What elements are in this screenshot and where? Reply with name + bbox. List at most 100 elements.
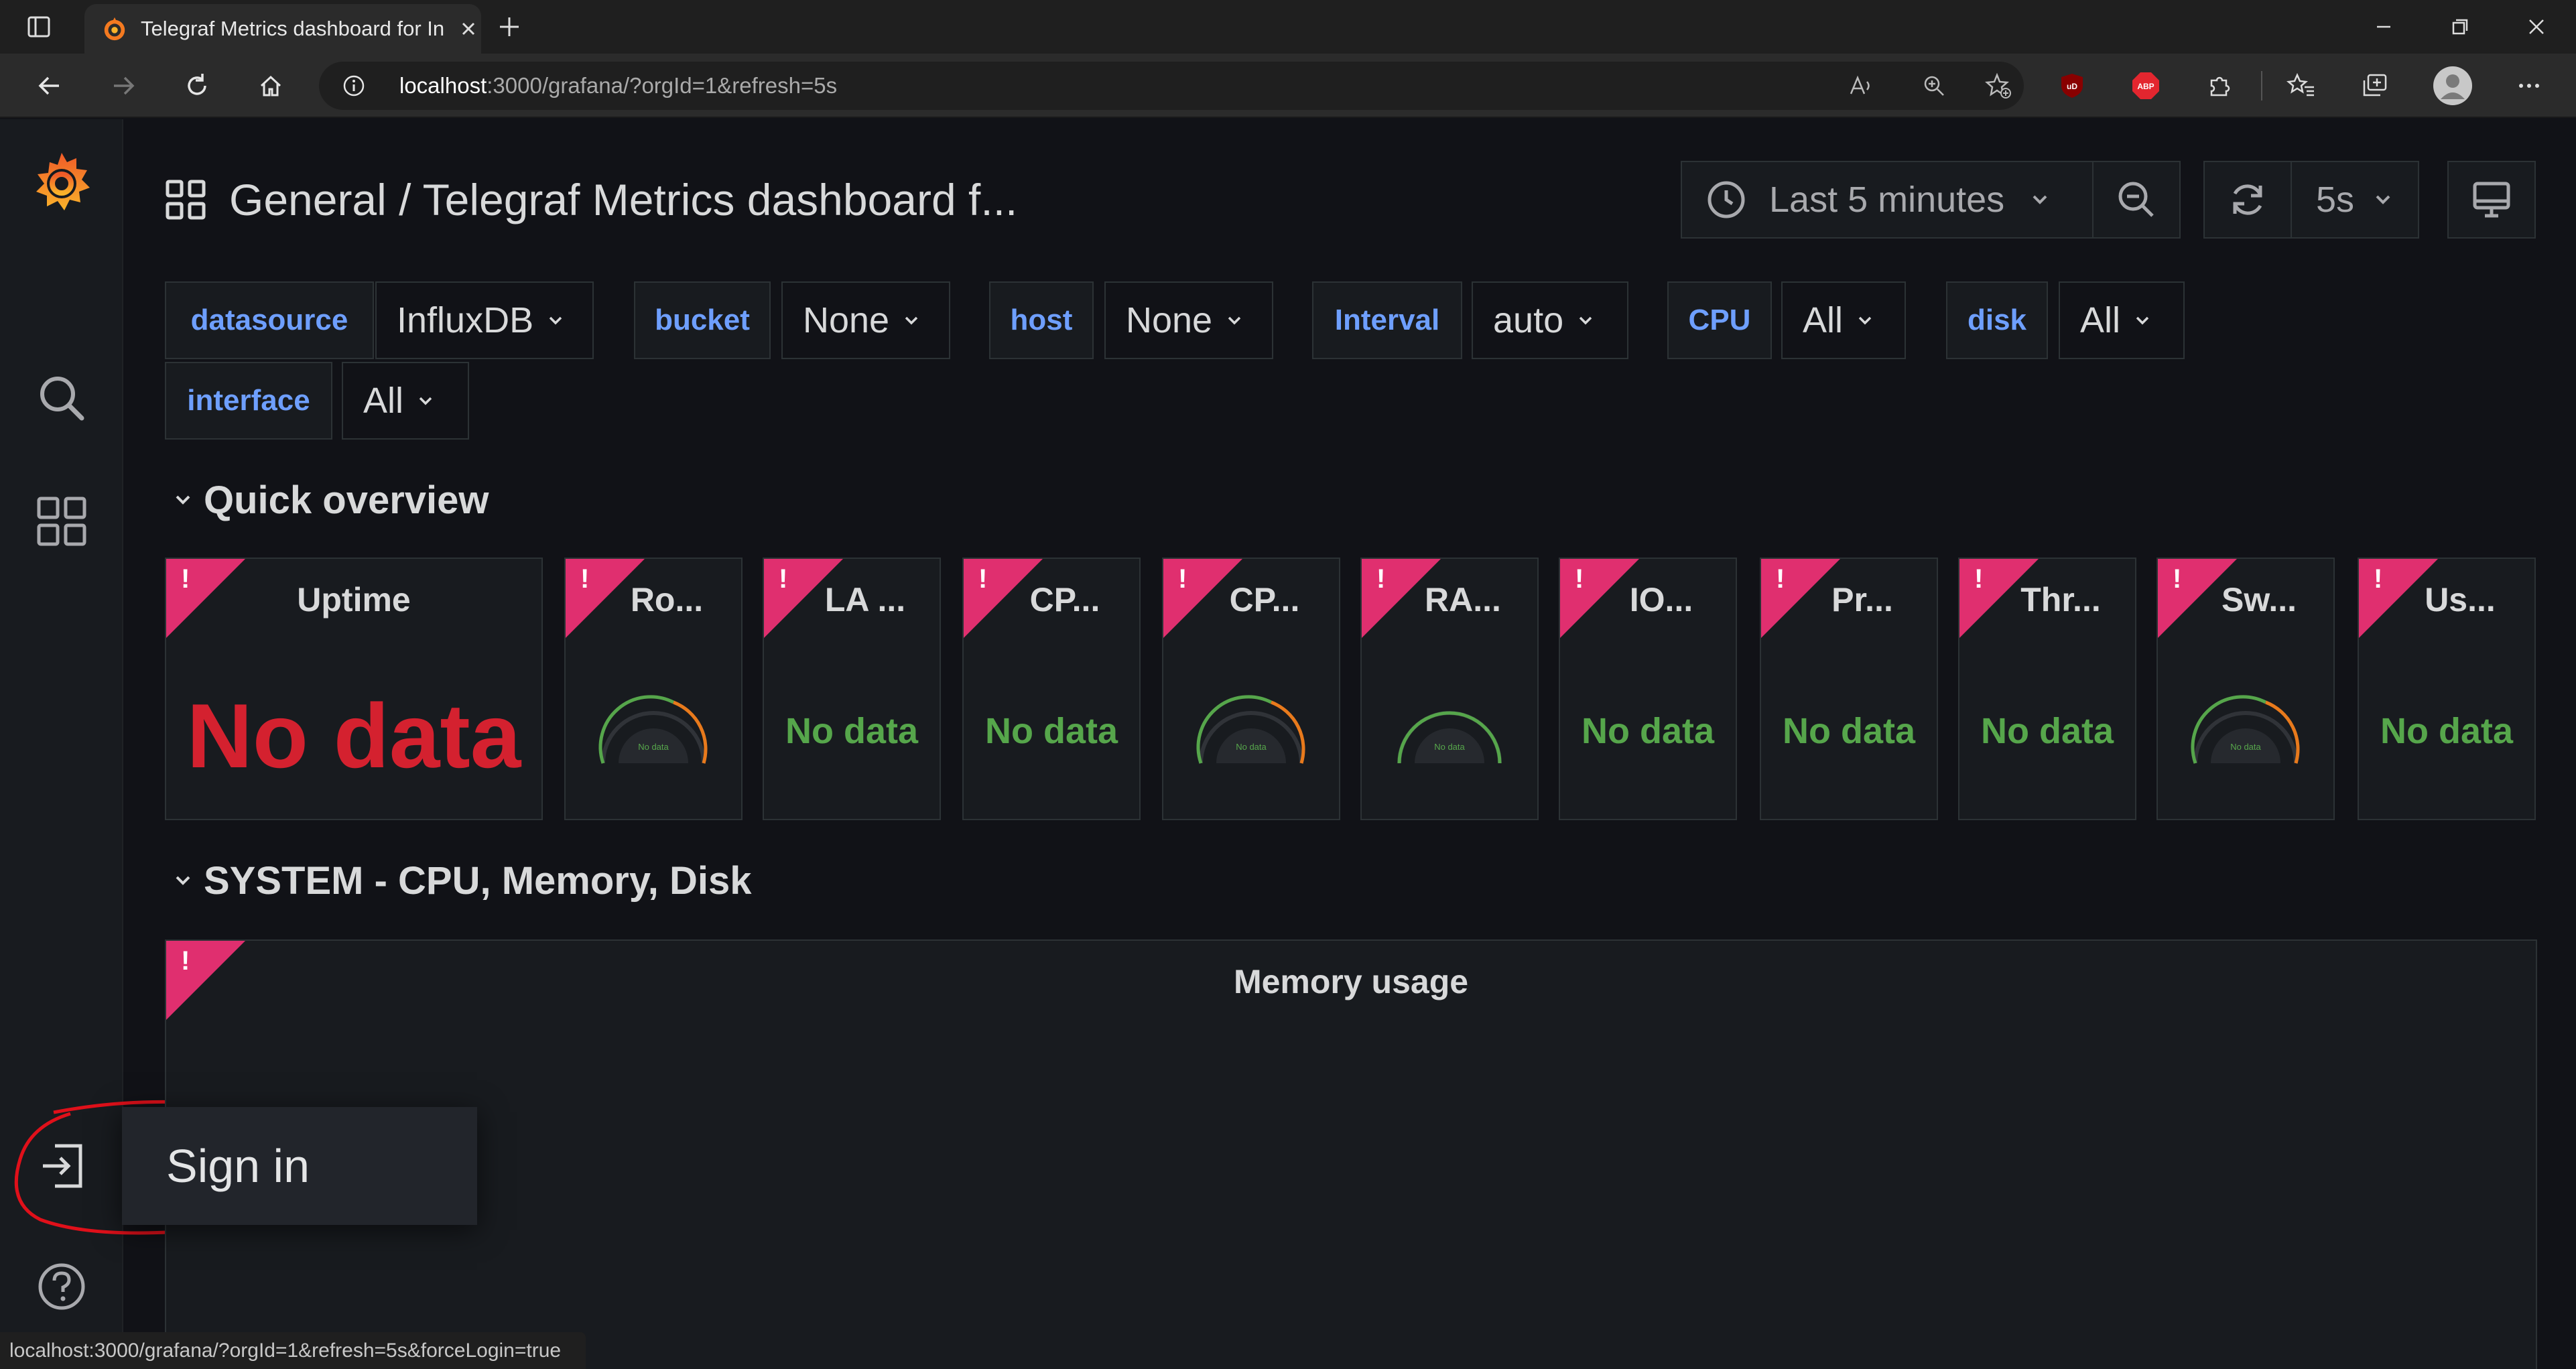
page-title[interactable]: General / Telegraf Metrics dashboard f..… <box>229 174 1017 225</box>
address-bar[interactable]: localhost:3000/grafana/?orgId=1&refresh=… <box>319 62 2024 110</box>
sign-in-label[interactable]: Sign in <box>166 1139 310 1193</box>
var-cpu-select[interactable]: All <box>1781 281 1906 359</box>
panel-iowait[interactable]: ! IO... No data <box>1559 558 1737 820</box>
extensions-icon[interactable] <box>2195 62 2244 110</box>
time-range-label: Last 5 minutes <box>1769 180 2005 220</box>
panel-title: Ro... <box>630 581 704 618</box>
panel-value: No data <box>186 685 521 787</box>
read-aloud-icon[interactable] <box>1847 72 1874 99</box>
gauge-value: No data <box>638 742 669 752</box>
panel-load-average[interactable]: ! LA ... No data <box>763 558 941 820</box>
panel-uptime[interactable]: ! Uptime No data <box>165 558 543 820</box>
refresh-button[interactable] <box>2203 161 2292 239</box>
forward-button[interactable] <box>99 62 147 110</box>
row-quick-overview[interactable]: Quick overview <box>172 473 489 527</box>
panel-title: CP... <box>1229 581 1300 618</box>
panel-swap-usage[interactable]: ! Sw... No data <box>2156 558 2335 820</box>
grafana-favicon-icon <box>102 16 127 42</box>
adblock-plus-extension-icon[interactable]: ABP <box>2122 62 2170 110</box>
chevron-down-icon <box>172 488 194 511</box>
chevron-down-icon <box>901 310 921 330</box>
zoom-icon[interactable] <box>1921 72 1947 99</box>
dashboards-icon[interactable] <box>31 491 92 552</box>
var-bucket-select[interactable]: None <box>781 281 950 359</box>
panel-title: Pr... <box>1831 581 1893 618</box>
tv-mode-button[interactable] <box>2447 161 2536 239</box>
panel-title: Sw... <box>2221 581 2297 618</box>
panel-users[interactable]: ! Us... No data <box>2358 558 2536 820</box>
reload-button[interactable] <box>173 62 221 110</box>
panel-title: LA ... <box>824 581 906 618</box>
var-interval-select[interactable]: auto <box>1472 281 1628 359</box>
panel-cpu-usage[interactable]: ! CP... No data <box>1162 558 1340 820</box>
var-disk-value: All <box>2080 300 2121 340</box>
panel-processes[interactable]: ! Pr... No data <box>1760 558 1938 820</box>
panel-cpu-cores[interactable]: ! CP... No data <box>962 558 1141 820</box>
sign-in-menu[interactable]: Sign in <box>122 1107 477 1225</box>
row-system[interactable]: SYSTEM - CPU, Memory, Disk <box>172 854 752 907</box>
home-button[interactable] <box>247 62 295 110</box>
close-window-button[interactable] <box>2500 0 2573 54</box>
chevron-down-icon <box>2028 188 2051 211</box>
grafana-logo[interactable] <box>28 149 95 216</box>
help-icon[interactable] <box>31 1256 92 1317</box>
gauge-value: No data <box>1236 742 1267 752</box>
var-bucket-label: bucket <box>634 281 771 359</box>
status-url: localhost:3000/grafana/?orgId=1&refresh=… <box>9 1340 562 1362</box>
profile-avatar[interactable] <box>2429 62 2477 110</box>
gauge-value: No data <box>1434 742 1465 752</box>
chevron-down-icon <box>2372 188 2394 211</box>
more-options-icon[interactable] <box>2505 62 2553 110</box>
zoom-out-button[interactable] <box>2092 161 2181 239</box>
browser-tab[interactable]: Telegraf Metrics dashboard for In <box>84 4 481 54</box>
var-host-label: host <box>989 281 1094 359</box>
var-cpu-label: CPU <box>1667 281 1772 359</box>
gauge: No data <box>1397 711 1502 764</box>
panel-value: No data <box>1782 711 1916 751</box>
panel-value: No data <box>1581 711 1715 751</box>
var-interval-value: auto <box>1493 300 1564 340</box>
var-datasource-select[interactable]: InfluxDB <box>375 281 594 359</box>
gauge-value: No data <box>2230 742 2261 752</box>
ublock-extension-icon[interactable]: uD <box>2048 62 2096 110</box>
time-range-picker[interactable]: Last 5 minutes <box>1681 161 2094 239</box>
browser-status-bar: localhost:3000/grafana/?orgId=1&refresh=… <box>0 1332 586 1369</box>
row-title: Quick overview <box>204 478 489 522</box>
panel-threads[interactable]: ! Thr... No data <box>1958 558 2136 820</box>
panel-root-fs[interactable]: ! Ro... No data <box>564 558 743 820</box>
var-cpu-value: All <box>1803 300 1844 340</box>
panel-title: IO... <box>1629 581 1693 618</box>
panel-value: No data <box>1980 711 2114 751</box>
panel-memory-usage[interactable]: ! Memory usage <box>165 939 2537 1369</box>
zoom-out-icon <box>2115 178 2158 221</box>
favorites-icon[interactable] <box>2277 62 2325 110</box>
minimize-button[interactable] <box>2347 0 2421 54</box>
search-icon[interactable] <box>31 367 92 429</box>
var-interface-label: interface <box>165 362 332 440</box>
panel-title: CP... <box>1029 581 1100 618</box>
chevron-down-icon <box>415 391 436 411</box>
refresh-interval-picker[interactable]: 5s <box>2291 161 2419 239</box>
add-favorite-icon[interactable] <box>1985 72 2012 99</box>
back-button[interactable] <box>25 62 74 110</box>
var-host-value: None <box>1126 300 1213 340</box>
var-host-select[interactable]: None <box>1104 281 1273 359</box>
chevron-down-icon <box>1575 310 1596 330</box>
svg-text:ABP: ABP <box>2137 82 2154 91</box>
tab-actions-icon[interactable] <box>24 12 54 42</box>
restore-button[interactable] <box>2423 0 2497 54</box>
panel-title: Uptime <box>297 581 411 618</box>
var-datasource-value: InfluxDB <box>397 300 534 340</box>
panel-value: No data <box>785 711 919 751</box>
var-interface-select[interactable]: All <box>342 362 469 440</box>
toolbar-divider <box>2261 71 2262 101</box>
collections-icon[interactable] <box>2351 62 2399 110</box>
close-tab-icon[interactable] <box>458 19 478 39</box>
var-disk-select[interactable]: All <box>2059 281 2185 359</box>
chevron-down-icon <box>1855 310 1875 330</box>
gauge: No data <box>1196 695 1305 764</box>
panel-ram-usage[interactable]: ! RA... No data <box>1360 558 1539 820</box>
chevron-down-icon <box>2132 310 2152 330</box>
new-tab-icon[interactable] <box>495 12 524 42</box>
site-info-icon[interactable] <box>342 74 366 98</box>
